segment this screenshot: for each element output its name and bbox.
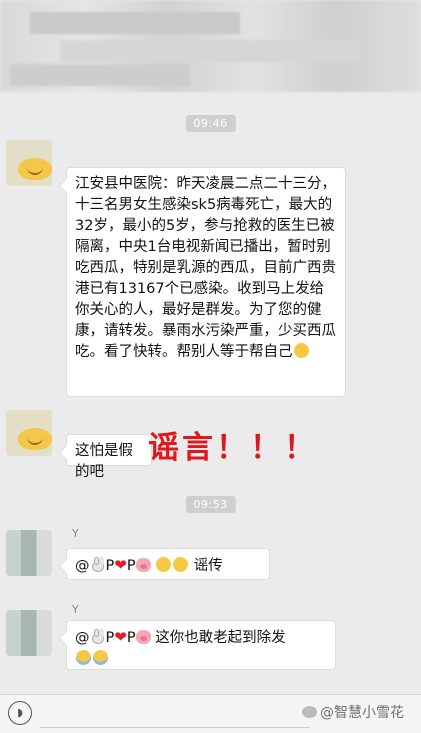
timestamp: 09:53 — [185, 496, 236, 513]
message-input[interactable] — [40, 700, 310, 728]
avatar[interactable] — [6, 530, 52, 576]
watermark: @智慧小雪花 — [302, 702, 404, 722]
message-text: 这你也敢老起到除发 — [155, 630, 286, 646]
cry-emoji-icon — [93, 650, 108, 665]
sender-name: Y — [72, 603, 79, 616]
laugh-emoji-icon — [173, 557, 189, 572]
bunny-emoji-icon — [90, 557, 106, 572]
avatar[interactable] — [6, 610, 52, 656]
mention-text: P — [105, 630, 115, 646]
message-bubble[interactable]: 江安县中医院：昨天凌晨二点二十三分，十三名男女生感染sk5病毒死亡，最大的32岁… — [66, 167, 346, 397]
mention-symbol: @ — [75, 630, 90, 646]
heart-emoji-icon: ❤ — [114, 628, 127, 646]
message-text: 谣传 — [193, 558, 223, 574]
avatar[interactable] — [6, 140, 52, 186]
message-text: 江安县中医院：昨天凌晨二点二十三分，十三名男女生感染sk5病毒死亡，最大的32岁… — [75, 176, 336, 360]
laugh-emoji-icon — [156, 557, 172, 572]
smile-avatar-icon — [18, 428, 52, 450]
bunny-emoji-icon — [90, 629, 106, 644]
mention-text: P — [105, 558, 115, 574]
message-bubble[interactable]: @ P❤P 谣传 — [66, 548, 270, 580]
mention-text: P — [126, 558, 136, 574]
weibo-icon — [302, 706, 317, 718]
mention-symbol: @ — [75, 558, 90, 574]
sender-name: Y — [72, 527, 79, 540]
smile-emoji-icon — [293, 343, 309, 358]
blurred-chat-header — [0, 0, 421, 92]
timestamp: 09:46 — [185, 115, 236, 132]
mention-text: P — [126, 630, 136, 646]
rumor-stamp: 谣言！！！ — [148, 430, 318, 466]
voice-icon[interactable]: ◗ — [8, 701, 32, 725]
avatar[interactable] — [6, 410, 52, 456]
heart-emoji-icon: ❤ — [114, 556, 127, 574]
message-bubble[interactable]: @ P❤P 这你也敢老起到除发 — [66, 620, 336, 670]
message-bubble[interactable]: 这怕是假的吧 — [66, 434, 152, 480]
watermark-text: @智慧小雪花 — [320, 705, 404, 721]
message-text: 这怕是假的吧 — [75, 443, 133, 480]
cry-emoji-icon — [76, 650, 91, 665]
pig-emoji-icon — [135, 558, 151, 572]
pig-emoji-icon — [135, 630, 151, 644]
smile-avatar-icon — [18, 158, 52, 180]
